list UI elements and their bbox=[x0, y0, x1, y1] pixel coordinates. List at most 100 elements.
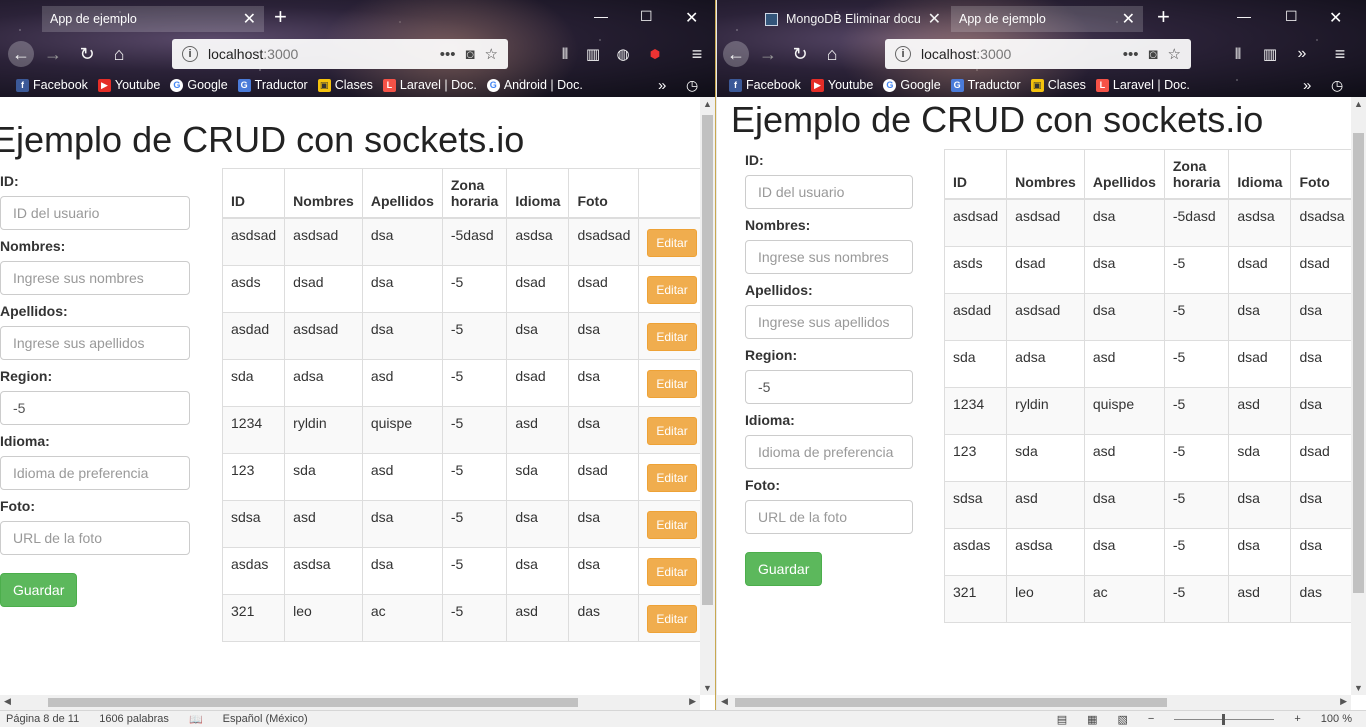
web-layout-icon[interactable]: ▧ bbox=[1118, 713, 1128, 726]
scroll-up-icon[interactable]: ▲ bbox=[1351, 99, 1366, 109]
scroll-right-icon[interactable]: ▶ bbox=[689, 696, 696, 707]
save-button[interactable]: Guardar bbox=[0, 573, 78, 607]
apellidos-input[interactable] bbox=[745, 305, 913, 339]
pocket-icon[interactable]: ◙ bbox=[465, 46, 474, 63]
minimize-icon[interactable]: — bbox=[1237, 8, 1251, 24]
edit-button[interactable]: Editar bbox=[647, 511, 697, 539]
ublock-icon[interactable]: ⬢ bbox=[642, 41, 668, 67]
sidebar-icon[interactable]: ▥ bbox=[580, 41, 606, 67]
history-icon[interactable]: ◷ bbox=[1331, 77, 1343, 94]
edit-button[interactable]: Editar bbox=[647, 370, 697, 398]
bookmark-traductor[interactable]: G Traductor bbox=[237, 78, 308, 92]
edit-button[interactable]: Editar bbox=[647, 276, 697, 304]
bookmark-google[interactable]: G Google bbox=[883, 78, 941, 92]
tab-app-de-ejemplo[interactable]: App de ejemplo ✕ bbox=[42, 6, 264, 32]
zoom-out-icon[interactable]: − bbox=[1148, 713, 1154, 725]
horizontal-scrollbar[interactable]: ◀ ▶ bbox=[0, 695, 700, 710]
scroll-left-icon[interactable]: ◀ bbox=[721, 696, 728, 707]
zoom-level[interactable]: 100 % bbox=[1321, 713, 1352, 725]
language-indicator[interactable]: Español (México) bbox=[223, 713, 308, 725]
home-icon[interactable]: ⌂ bbox=[819, 41, 845, 67]
overflow-chevron-icon[interactable]: » bbox=[1303, 77, 1311, 94]
bookmark-youtube[interactable]: ▶ Youtube bbox=[97, 78, 160, 92]
close-tab-icon[interactable]: ✕ bbox=[243, 9, 256, 29]
overflow-chevron-icon[interactable]: » bbox=[658, 77, 666, 94]
maximize-icon[interactable]: ☐ bbox=[1285, 8, 1298, 25]
bookmark-star-icon[interactable]: ☆ bbox=[1168, 45, 1181, 63]
idioma-input[interactable] bbox=[0, 456, 190, 490]
scroll-right-icon[interactable]: ▶ bbox=[1340, 696, 1347, 707]
edit-button[interactable]: Editar bbox=[647, 323, 697, 351]
bookmark-clases[interactable]: ▣ Clases bbox=[1030, 78, 1086, 92]
bookmark-laravel[interactable]: L Laravel | Doc. bbox=[382, 78, 477, 92]
bookmark-facebook[interactable]: f Facebook bbox=[16, 78, 88, 92]
foto-input[interactable] bbox=[0, 521, 190, 555]
forward-icon[interactable]: → bbox=[755, 41, 781, 67]
more-icon[interactable]: ••• bbox=[440, 46, 456, 63]
id-input[interactable] bbox=[745, 175, 913, 209]
new-tab-icon[interactable]: + bbox=[1157, 6, 1170, 28]
idioma-input[interactable] bbox=[745, 435, 913, 469]
edit-button[interactable]: Editar bbox=[647, 417, 697, 445]
url-bar[interactable]: i localhost:3000 ••• ◙ ☆ bbox=[172, 39, 508, 69]
sidebar-icon[interactable]: ▥ bbox=[1257, 41, 1283, 67]
new-tab-icon[interactable]: + bbox=[274, 6, 287, 28]
tab-app-de-ejemplo[interactable]: App de ejemplo ✕ bbox=[951, 6, 1143, 32]
reload-icon[interactable]: ↻ bbox=[74, 41, 100, 67]
edit-button[interactable]: Editar bbox=[647, 229, 697, 257]
save-button[interactable]: Guardar bbox=[745, 552, 823, 586]
horizontal-scrollbar[interactable]: ◀ ▶ bbox=[717, 695, 1351, 710]
scrollbar-thumb[interactable] bbox=[48, 698, 578, 707]
vertical-scrollbar[interactable]: ▲ ▼ bbox=[1351, 97, 1366, 695]
back-icon[interactable]: ← bbox=[723, 41, 749, 67]
minimize-icon[interactable]: — bbox=[594, 8, 608, 24]
pocket-icon[interactable]: ◙ bbox=[1148, 46, 1157, 63]
maximize-icon[interactable]: ☐ bbox=[640, 8, 653, 25]
close-tab-icon[interactable]: ✕ bbox=[928, 9, 941, 29]
bookmark-youtube[interactable]: ▶ Youtube bbox=[810, 78, 873, 92]
bookmark-android[interactable]: G Android | Doc. bbox=[486, 78, 583, 92]
region-input[interactable] bbox=[0, 391, 190, 425]
home-icon[interactable]: ⌂ bbox=[106, 41, 132, 67]
scrollbar-thumb[interactable] bbox=[1353, 133, 1364, 593]
scrollbar-thumb[interactable] bbox=[735, 698, 1167, 707]
library-icon[interactable]: ⫴ bbox=[552, 41, 578, 67]
scrollbar-thumb[interactable] bbox=[702, 115, 713, 605]
apellidos-input[interactable] bbox=[0, 326, 190, 360]
scroll-down-icon[interactable]: ▼ bbox=[700, 683, 715, 693]
overflow-chevron-icon[interactable]: » bbox=[1289, 41, 1315, 67]
tab-mongodb[interactable]: MongoDB Eliminar docu ✕ bbox=[757, 6, 949, 32]
scroll-up-icon[interactable]: ▲ bbox=[700, 99, 715, 109]
scroll-down-icon[interactable]: ▼ bbox=[1351, 683, 1366, 693]
menu-icon[interactable]: ≡ bbox=[684, 41, 710, 67]
vertical-scrollbar[interactable]: ▲ ▼ bbox=[700, 97, 715, 695]
back-icon[interactable]: ← bbox=[8, 41, 34, 67]
proofing-icon[interactable]: 📖 bbox=[189, 713, 203, 726]
close-tab-icon[interactable]: ✕ bbox=[1122, 9, 1135, 29]
region-input[interactable] bbox=[745, 370, 913, 404]
chat-icon[interactable]: ◍ bbox=[610, 41, 636, 67]
zoom-slider[interactable] bbox=[1174, 713, 1275, 725]
word-count[interactable]: 1606 palabras bbox=[99, 713, 169, 725]
bookmark-star-icon[interactable]: ☆ bbox=[485, 45, 498, 63]
forward-icon[interactable]: → bbox=[40, 41, 66, 67]
nombres-input[interactable] bbox=[0, 261, 190, 295]
library-icon[interactable]: ⫴ bbox=[1225, 41, 1251, 67]
url-bar[interactable]: i localhost:3000 ••• ◙ ☆ bbox=[885, 39, 1191, 69]
edit-button[interactable]: Editar bbox=[647, 605, 697, 633]
close-window-icon[interactable]: ✕ bbox=[685, 8, 698, 28]
more-icon[interactable]: ••• bbox=[1123, 46, 1139, 63]
menu-icon[interactable]: ≡ bbox=[1327, 41, 1353, 67]
bookmark-traductor[interactable]: G Traductor bbox=[950, 78, 1021, 92]
bookmark-google[interactable]: G Google bbox=[170, 78, 228, 92]
info-icon[interactable]: i bbox=[182, 46, 198, 62]
edit-button[interactable]: Editar bbox=[647, 464, 697, 492]
read-mode-icon[interactable]: ▤ bbox=[1057, 713, 1067, 726]
bookmark-clases[interactable]: ▣ Clases bbox=[317, 78, 373, 92]
history-icon[interactable]: ◷ bbox=[686, 77, 698, 94]
scroll-left-icon[interactable]: ◀ bbox=[4, 696, 11, 707]
info-icon[interactable]: i bbox=[895, 46, 911, 62]
id-input[interactable] bbox=[0, 196, 190, 230]
edit-button[interactable]: Editar bbox=[647, 558, 697, 586]
bookmark-laravel[interactable]: L Laravel | Doc. bbox=[1095, 78, 1190, 92]
